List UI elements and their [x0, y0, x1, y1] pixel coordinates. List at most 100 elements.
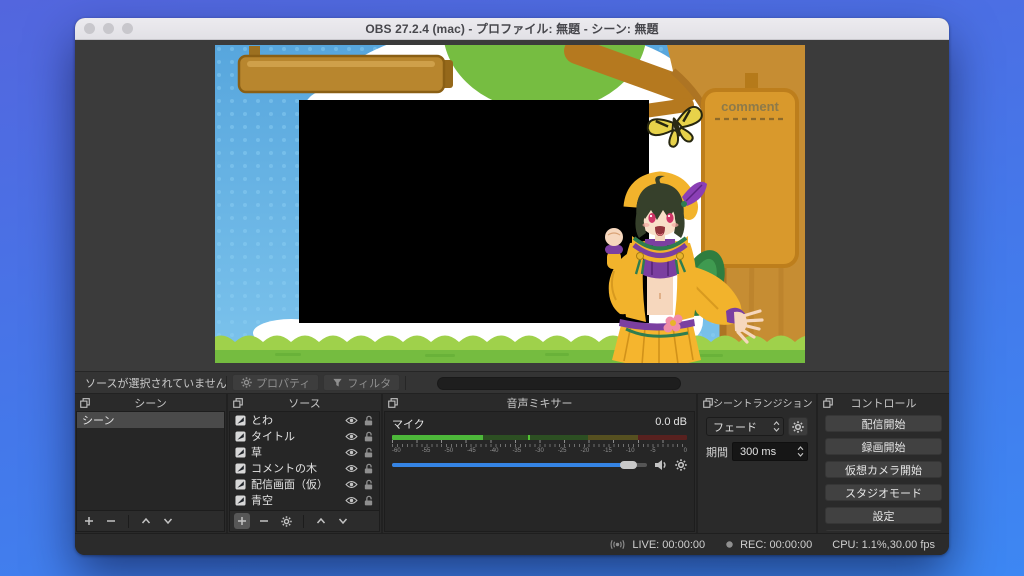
source-list-item[interactable]: 配信画面（仮） — [230, 476, 379, 492]
gear-icon — [281, 516, 292, 527]
transition-select[interactable]: フェード — [706, 417, 784, 436]
source-list-item[interactable]: とわ — [230, 412, 379, 428]
image-source-icon — [235, 415, 246, 426]
comment-box-label: comment — [721, 99, 779, 114]
settings-button[interactable]: 設定 — [825, 507, 942, 524]
volume-slider-fill — [392, 463, 629, 467]
filters-button[interactable]: フィルタ — [323, 374, 400, 391]
move-scene-down-button[interactable] — [160, 513, 176, 529]
transition-settings-button[interactable] — [788, 417, 808, 436]
meter-major-ticks — [392, 440, 687, 443]
peak-indicator — [528, 435, 530, 440]
visibility-eye-icon[interactable] — [345, 416, 358, 425]
preview-canvas[interactable]: comment — [215, 45, 805, 363]
source-list-item[interactable]: 草 — [230, 444, 379, 460]
visibility-eye-icon[interactable] — [345, 448, 358, 457]
properties-button[interactable]: プロパティ — [232, 374, 319, 391]
controls-panel-title: コントロール — [833, 395, 944, 411]
chevron-up-icon — [316, 516, 326, 526]
sources-panel-title: ソース — [243, 395, 376, 411]
visibility-eye-icon[interactable] — [345, 496, 358, 505]
source-list-item[interactable]: タイトル — [230, 428, 379, 444]
plus-icon — [84, 516, 94, 526]
visibility-eye-icon[interactable] — [345, 464, 358, 473]
footer-divider — [128, 515, 129, 528]
preview-scrollbar[interactable] — [437, 377, 681, 390]
lock-icon[interactable] — [363, 447, 374, 458]
speaker-icon[interactable] — [654, 459, 668, 471]
gear-icon[interactable] — [675, 459, 687, 471]
status-bar: LIVE: 00:00:00 REC: 00:00:00 CPU: 1.1%,3… — [75, 533, 949, 555]
duration-input[interactable]: 300 ms — [732, 442, 808, 461]
lock-icon[interactable] — [363, 415, 374, 426]
image-source-icon — [235, 495, 246, 506]
start-recording-button[interactable]: 録画開始 — [825, 438, 942, 455]
mixer-level-db: 0.0 dB — [655, 416, 687, 432]
remove-source-button[interactable] — [256, 513, 272, 529]
minimize-window-button[interactable] — [103, 23, 114, 34]
move-scene-up-button[interactable] — [138, 513, 154, 529]
volume-meter — [392, 435, 687, 440]
lock-icon[interactable] — [363, 431, 374, 442]
mixer-panel-title: 音声ミキサー — [398, 395, 691, 411]
meter-scale-labels: -60-55 -50-45 -40-35 -30-25 -20-15 -10-5… — [392, 447, 687, 455]
spinner-stepper-icon[interactable] — [797, 445, 804, 458]
controls-panel: コントロール 配信開始 録画開始 仮想カメラ開始 スタジオモード 設定 終了 — [818, 394, 949, 533]
transitions-panel: シーントランジション フェード 期間 300 ms — [698, 394, 818, 533]
add-scene-button[interactable] — [81, 513, 97, 529]
start-streaming-button[interactable]: 配信開始 — [825, 415, 942, 432]
move-source-down-button[interactable] — [335, 513, 351, 529]
volume-slider-handle[interactable] — [620, 461, 637, 469]
toolbar-divider — [226, 376, 227, 390]
studio-mode-button[interactable]: スタジオモード — [825, 484, 942, 501]
sources-panel-header[interactable]: ソース — [228, 394, 381, 411]
image-source-icon — [235, 479, 246, 490]
exit-button[interactable]: 終了 — [825, 530, 942, 532]
mixer-channel-name: マイク — [392, 416, 425, 432]
transitions-panel-title: シーントランジション — [713, 395, 823, 410]
duration-label: 期間 — [706, 444, 728, 460]
start-virtual-camera-button[interactable]: 仮想カメラ開始 — [825, 461, 942, 478]
gear-icon — [241, 377, 252, 388]
visibility-eye-icon[interactable] — [345, 480, 358, 489]
scene-list-item[interactable]: シーン — [77, 412, 224, 428]
zoom-window-button[interactable] — [122, 23, 133, 34]
add-source-button[interactable] — [234, 513, 250, 529]
move-source-up-button[interactable] — [313, 513, 329, 529]
dock-panels: シーン シーン ソース — [75, 394, 949, 533]
controls-panel-header[interactable]: コントロール — [818, 394, 949, 411]
scenes-panel-title: シーン — [90, 395, 221, 411]
mixer-panel-header[interactable]: 音声ミキサー — [383, 394, 696, 411]
broadcast-icon — [609, 539, 626, 550]
remove-scene-button[interactable] — [103, 513, 119, 529]
minus-icon — [259, 516, 269, 526]
scenes-panel-header[interactable]: シーン — [75, 394, 226, 411]
dock-icon — [703, 398, 713, 408]
image-source-icon — [235, 447, 246, 458]
capture-screen-placeholder — [299, 100, 649, 323]
volume-slider[interactable] — [392, 463, 647, 467]
lock-icon[interactable] — [363, 463, 374, 474]
visibility-eye-icon[interactable] — [345, 432, 358, 441]
source-list-item[interactable]: 青空 — [230, 492, 379, 508]
sources-footer-toolbar — [230, 510, 379, 531]
close-window-button[interactable] — [84, 23, 95, 34]
obs-window: OBS 27.2.4 (mac) - プロファイル: 無題 - シーン: 無題 — [75, 18, 949, 555]
chevron-down-icon — [338, 516, 348, 526]
comment-box: comment — [703, 73, 797, 266]
image-source-icon — [235, 431, 246, 442]
image-source-icon — [235, 463, 246, 474]
title-bar[interactable]: OBS 27.2.4 (mac) - プロファイル: 無題 - シーン: 無題 — [75, 18, 949, 40]
lock-icon[interactable] — [363, 479, 374, 490]
transitions-panel-header[interactable]: シーントランジション — [698, 394, 816, 411]
chevron-up-icon — [141, 516, 151, 526]
source-list-item[interactable]: コメントの木 — [230, 460, 379, 476]
scenes-panel: シーン シーン — [75, 394, 228, 533]
lock-icon[interactable] — [363, 495, 374, 506]
live-status: LIVE: 00:00:00 — [609, 539, 705, 551]
source-list: とわ タイトル 草 — [230, 412, 379, 510]
preview-area: comment — [75, 40, 949, 371]
plus-icon — [237, 516, 247, 526]
window-title: OBS 27.2.4 (mac) - プロファイル: 無題 - シーン: 無題 — [75, 20, 949, 37]
source-properties-button[interactable] — [278, 513, 294, 529]
